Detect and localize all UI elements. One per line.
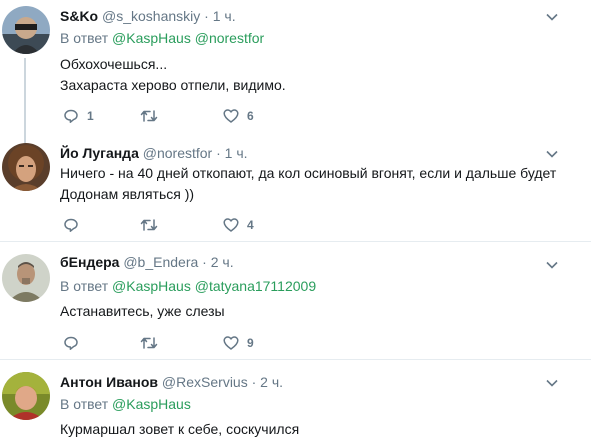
retweet-icon — [140, 110, 158, 122]
tweet-text: Обхохочешься... Захараста херово отпели,… — [60, 54, 591, 96]
reply-mentions[interactable]: @KaspHaus @tatyana17112009 — [112, 278, 316, 294]
reply-mentions[interactable]: @KaspHaus @norestfor — [112, 30, 264, 46]
reply-icon — [64, 336, 78, 350]
reply-context: В ответ @KaspHaus @norestfor — [60, 28, 591, 48]
like-count: 6 — [247, 109, 254, 123]
retweet-icon — [140, 219, 158, 231]
reply-icon — [64, 218, 78, 232]
tweet-text-line: Додонам являться )) — [60, 186, 195, 202]
tweet-text: Ничего - на 40 дней откопают, да кол оси… — [60, 163, 591, 205]
like-button[interactable]: 9 — [223, 334, 254, 352]
tweet-text-line: Астанавитесь, уже слезы — [60, 303, 225, 319]
like-button[interactable]: 4 — [223, 216, 254, 234]
tweet[interactable]: Антон Иванов @RexServius · 2 ч. В ответ … — [0, 360, 591, 445]
tweet-text-line: Курмаршал зовет к себе, соскучился — [60, 421, 300, 437]
tweet-header: S&Ko @s_koshanskiy · 1 ч. — [60, 6, 591, 26]
tweet-text-line: Ничего - на 40 дней откопают, да кол оси… — [60, 165, 557, 181]
tweet[interactable]: S&Ko @s_koshanskiy · 1 ч. В ответ @KaspH… — [0, 0, 591, 148]
reply-prefix: В ответ — [60, 396, 109, 412]
tweet-header: бЕндера @b_Endera · 2 ч. — [60, 252, 591, 272]
chevron-down-icon[interactable] — [545, 376, 559, 390]
avatar[interactable] — [2, 6, 50, 54]
display-name[interactable]: S&Ko — [60, 8, 98, 24]
retweet-button[interactable] — [140, 334, 166, 352]
reply-context: В ответ @KaspHaus — [60, 394, 591, 414]
reply-count: 1 — [87, 109, 94, 123]
tweet-actions: 4 — [60, 216, 320, 234]
reply-button[interactable] — [63, 334, 87, 352]
retweet-button[interactable] — [140, 216, 166, 234]
reply-prefix: В ответ — [60, 278, 109, 294]
timestamp[interactable]: 1 ч. — [213, 8, 236, 24]
avatar[interactable] — [2, 372, 50, 420]
like-count: 4 — [247, 218, 254, 232]
retweet-button[interactable] — [140, 107, 166, 125]
reply-icon — [64, 109, 78, 123]
reply-button[interactable]: 1 — [63, 107, 94, 125]
reply-button[interactable] — [63, 216, 87, 234]
chevron-down-icon[interactable] — [545, 10, 559, 24]
separator-dot: · — [216, 145, 221, 161]
reply-prefix: В ответ — [60, 30, 109, 46]
avatar[interactable] — [2, 254, 50, 302]
like-button[interactable]: 6 — [223, 107, 254, 125]
retweet-icon — [140, 337, 158, 349]
separator-dot: · — [202, 254, 207, 270]
chevron-down-icon[interactable] — [545, 147, 559, 161]
tweet-text: Астанавитесь, уже слезы — [60, 301, 591, 322]
timestamp[interactable]: 2 ч. — [260, 374, 283, 390]
tweet-header: Йо Луганда @norestfor · 1 ч. — [60, 143, 591, 163]
tweet-actions: 1 6 — [60, 107, 320, 125]
user-handle[interactable]: @RexServius — [162, 374, 248, 390]
avatar[interactable] — [2, 143, 50, 191]
tweet[interactable]: Йо Луганда @norestfor · 1 ч. Ничего - на… — [0, 135, 591, 241]
separator-dot: · — [204, 8, 209, 24]
heart-icon — [223, 336, 239, 350]
like-count: 9 — [247, 336, 254, 350]
display-name[interactable]: бЕндера — [60, 254, 119, 270]
heart-icon — [223, 109, 239, 123]
tweet-text-line: Захараста херово отпели, видимо. — [60, 77, 286, 93]
timestamp[interactable]: 1 ч. — [225, 145, 248, 161]
timestamp[interactable]: 2 ч. — [211, 254, 234, 270]
user-handle[interactable]: @norestfor — [143, 145, 212, 161]
tweet-actions: 9 — [60, 334, 320, 352]
heart-icon — [223, 218, 239, 232]
user-handle[interactable]: @s_koshanskiy — [102, 8, 200, 24]
separator-dot: · — [251, 374, 257, 390]
reply-context: В ответ @KaspHaus @tatyana17112009 — [60, 276, 591, 296]
tweet-text-line: Обхохочешься... — [60, 56, 168, 72]
tweet-text: Курмаршал зовет к себе, соскучился — [60, 419, 591, 440]
chevron-down-icon[interactable] — [545, 258, 559, 272]
tweet-header: Антон Иванов @RexServius · 2 ч. — [60, 372, 591, 392]
user-handle[interactable]: @b_Endera — [123, 254, 198, 270]
display-name[interactable]: Йо Луганда — [60, 145, 139, 161]
reply-mentions[interactable]: @KaspHaus — [112, 396, 191, 412]
display-name[interactable]: Антон Иванов — [60, 374, 158, 390]
tweet[interactable]: бЕндера @b_Endera · 2 ч. В ответ @KaspHa… — [0, 242, 591, 359]
